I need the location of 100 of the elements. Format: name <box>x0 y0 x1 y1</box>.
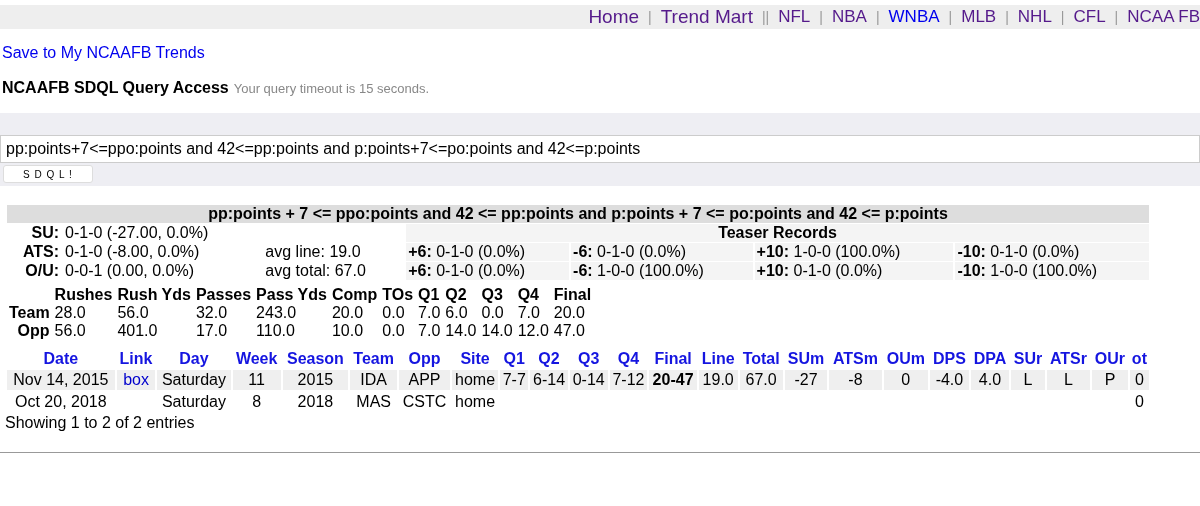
column-header: TOs <box>381 286 415 304</box>
nav-separator: | <box>1005 9 1009 25</box>
table-cell: P <box>1092 370 1128 390</box>
nav-separator: | <box>1114 9 1119 25</box>
table-cell-text: MAS <box>355 392 392 412</box>
column-header: Passes <box>194 286 253 304</box>
table-cell-text: 0.0 <box>381 322 406 340</box>
teaser-cell: -10: 0-1-0 (0.0%) <box>955 243 1149 261</box>
page-title: NCAAFB SDQL Query Access <box>2 79 229 96</box>
table-cell-text: 0.0 <box>480 304 505 322</box>
sortable-column-header[interactable]: Site <box>451 350 499 368</box>
table-cell-text: 28.0 <box>53 304 87 322</box>
sortable-column-header[interactable]: Q2 <box>530 350 568 368</box>
sortable-column-header[interactable]: ATSm <box>829 350 882 368</box>
table-cell: 2015 <box>282 370 349 390</box>
sdql-button[interactable]: S D Q L ! <box>3 165 93 183</box>
table-cell-text: 0 <box>1133 392 1145 412</box>
nav-link[interactable]: Trend Mart <box>660 6 753 28</box>
sortable-column-header[interactable]: DPS <box>930 350 969 368</box>
sortable-column-header[interactable]: Week <box>232 350 281 368</box>
record-label: O/U: <box>24 262 61 280</box>
table-cell-text: 10.0 <box>330 322 365 340</box>
sortable-column-header[interactable]: OUm <box>883 350 929 368</box>
nav-link[interactable]: Home <box>588 6 640 28</box>
column-header: Q1 <box>417 286 441 304</box>
sortable-column-header[interactable]: Q1 <box>500 350 529 368</box>
nav-separator: | <box>948 9 953 25</box>
table-cell: 7.0 <box>417 322 442 340</box>
nav-link[interactable]: MLB <box>961 7 997 27</box>
table-cell-text: 7.0 <box>516 304 541 322</box>
nav-link[interactable]: NBA <box>831 7 867 27</box>
sortable-column-header[interactable]: Final <box>649 350 697 368</box>
sortable-column-header[interactable]: Line <box>698 350 738 368</box>
table-cell-text: 2018 <box>296 392 335 412</box>
table-cell: 7-12 <box>609 370 648 390</box>
sortable-column-header[interactable]: DPA <box>970 350 1010 368</box>
nav-separator: || <box>761 9 770 25</box>
sortable-column-header[interactable]: OUr <box>1092 350 1128 368</box>
table-cell: 7-7 <box>500 370 529 390</box>
table-cell-text: Saturday <box>160 392 227 412</box>
table-cell: L <box>1046 370 1091 390</box>
table-cell: 20-47 <box>649 370 697 390</box>
nav-link[interactable]: NFL <box>778 7 811 27</box>
sortable-column-header[interactable]: Team <box>350 350 398 368</box>
teaser-cell: -6: 1-0-0 (100.0%) <box>571 262 753 280</box>
sortable-column-header[interactable]: Day <box>157 350 231 368</box>
table-cell-text: CSTC <box>401 392 448 412</box>
sortable-column-header[interactable]: Link <box>116 350 156 368</box>
record-label: ATS: <box>21 243 61 261</box>
sortable-column-header[interactable]: ot <box>1129 350 1149 368</box>
table-cell: 0-14 <box>569 370 608 390</box>
sortable-column-header[interactable]: Q3 <box>569 350 608 368</box>
average-value: avg total: 67.0 <box>264 262 367 280</box>
sortable-column-header[interactable]: SUr <box>1011 350 1045 368</box>
sortable-column-header[interactable]: Q4 <box>609 350 648 368</box>
nav-link[interactable]: CFL <box>1073 7 1106 27</box>
table-cell: APP <box>399 370 450 390</box>
table-cell: 14.0 <box>444 322 478 340</box>
nav-separator: | <box>875 9 880 25</box>
table-cell: 0 <box>883 370 929 390</box>
table-cell: 0 <box>1129 370 1149 390</box>
sortable-column-header[interactable]: Season <box>282 350 349 368</box>
table-cell: 6-14 <box>530 370 568 390</box>
sortable-column-header[interactable]: Opp <box>399 350 450 368</box>
sortable-column-header[interactable]: Date <box>7 350 115 368</box>
column-header: Rush Yds <box>116 286 192 304</box>
row-label: Team <box>8 304 51 322</box>
table-cell-text: 32.0 <box>194 304 229 322</box>
column-header: Q3 <box>480 286 504 304</box>
teaser-cell: +10: 1-0-0 (100.0%) <box>754 243 954 261</box>
sortable-column-header[interactable]: ATSr <box>1046 350 1091 368</box>
table-cell: 4.0 <box>970 370 1010 390</box>
query-input[interactable]: pp:points+7<=ppo:points and 42<=pp:points and p:points+7<=po:points and 42<=p:points <box>0 135 1200 163</box>
sortable-column-header[interactable]: Total <box>739 350 783 368</box>
entries-info: Showing 1 to 2 of 2 entries <box>5 414 196 432</box>
table-cell-text: home <box>454 392 497 412</box>
table-cell-text: 0.0 <box>381 304 406 322</box>
table-cell-text: 47.0 <box>552 322 586 340</box>
column-header: Q2 <box>444 286 468 304</box>
nav-link[interactable]: NCAA FB <box>1127 7 1200 27</box>
teaser-cell: +10: 0-1-0 (0.0%) <box>754 262 954 280</box>
sortable-column-header[interactable]: SUm <box>784 350 828 368</box>
table-cell-text: 20.0 <box>552 304 586 322</box>
table-cell-text: 110.0 <box>255 322 296 340</box>
save-trends-link[interactable]: Save to My NCAAFB Trends <box>2 44 205 62</box>
nav-separator: | <box>1060 9 1065 25</box>
teaser-cell: +6: 0-1-0 (0.0%) <box>406 262 570 280</box>
query-title: pp:points + 7 <= ppo:points and 42 <= pp:points and p:points + 7 <= po:points and 42 <= p:points <box>7 205 1149 223</box>
column-header: Final <box>552 286 593 304</box>
table-cell: IDA <box>350 370 398 390</box>
nav-link[interactable]: WNBA <box>888 7 940 27</box>
table-cell: 12.0 <box>516 322 550 340</box>
table-cell: -4.0 <box>930 370 969 390</box>
column-header: Pass Yds <box>255 286 328 304</box>
average-value: avg line: 19.0 <box>264 243 362 261</box>
table-cell: Saturday <box>157 370 231 390</box>
nav-link[interactable]: NHL <box>1017 7 1052 27</box>
table-cell: -8 <box>829 370 882 390</box>
table-cell: 11 <box>232 370 281 390</box>
table-cell: L <box>1011 370 1045 390</box>
